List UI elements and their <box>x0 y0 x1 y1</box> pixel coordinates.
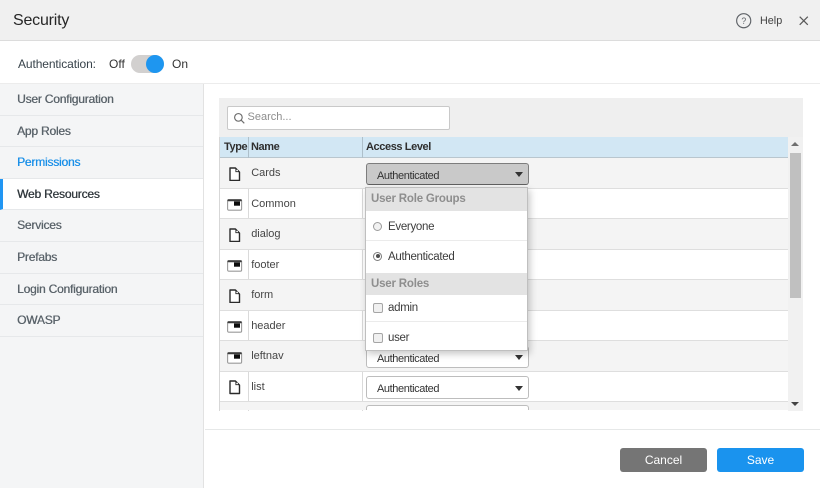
svg-text:?: ? <box>741 16 746 26</box>
